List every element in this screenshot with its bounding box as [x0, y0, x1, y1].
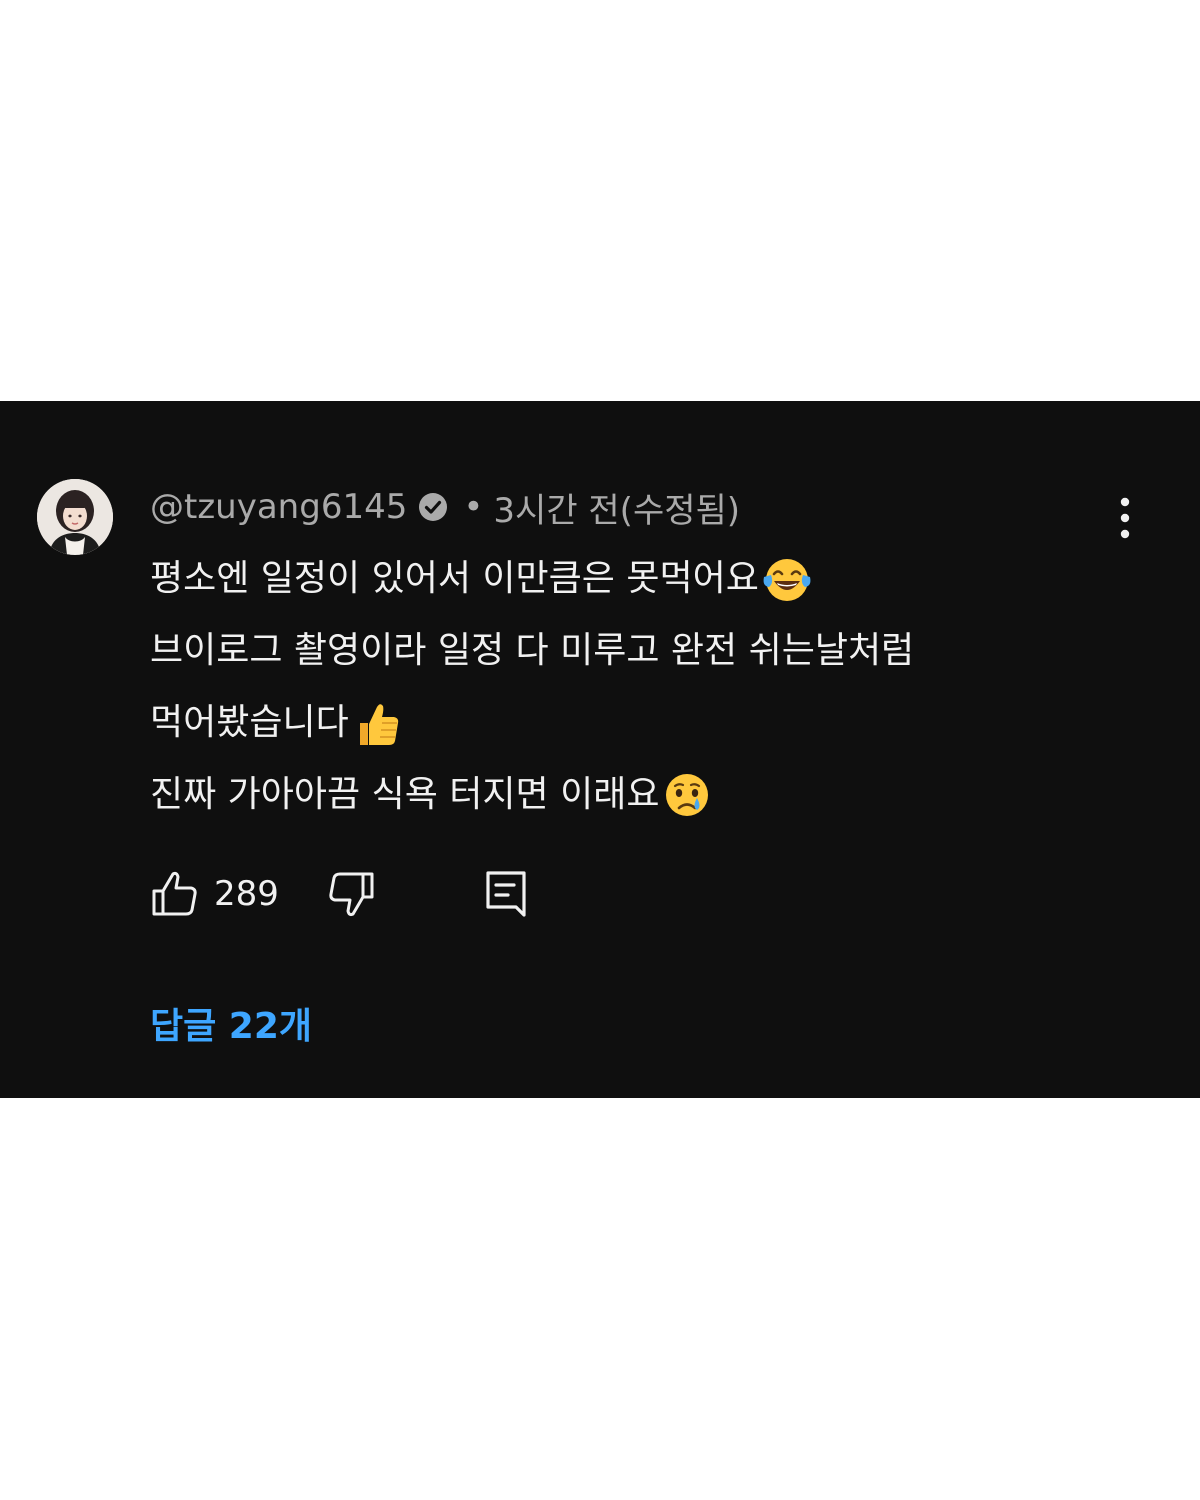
laughing-tears-emoji-icon — [761, 553, 813, 605]
author-avatar[interactable] — [37, 479, 113, 555]
meta-separator: • — [463, 487, 484, 527]
like-count: 289 — [214, 874, 279, 914]
author-handle[interactable]: @tzuyang6145 — [150, 487, 407, 527]
thumbs-up-emoji-icon — [351, 697, 403, 749]
comment-line: 평소엔 일정이 있어서 이만큼은 못먹어요 — [150, 543, 1150, 615]
view-replies-link[interactable]: 답글 22개 — [150, 1001, 312, 1053]
comment-actions: 289 — [150, 866, 532, 922]
avatar-image — [37, 479, 113, 555]
more-vertical-icon — [1120, 497, 1130, 539]
comment-line: 먹어봤습니다 — [150, 687, 1150, 759]
verified-checkmark-icon — [417, 491, 449, 523]
comment-line: 진짜 가아아끔 식욕 터지면 이래요 — [150, 759, 1150, 831]
comment-header: @tzuyang6145 • 3시간 전(수정됨) — [150, 483, 740, 532]
comment-timestamp[interactable]: 3시간 전(수정됨) — [493, 483, 740, 532]
comment-line-text: 평소엔 일정이 있어서 이만큼은 못먹어요 — [150, 558, 759, 599]
reply-button[interactable] — [482, 869, 532, 919]
dislike-button[interactable] — [326, 869, 376, 919]
thumbs-down-outline-icon — [329, 872, 374, 917]
more-options-button[interactable] — [1105, 496, 1145, 540]
comment-line-text: 브이로그 촬영이라 일정 다 미루고 완전 쉬는날처럼 — [150, 630, 915, 671]
crying-face-emoji-icon — [661, 769, 713, 821]
comment-line-text: 먹어봤습니다 — [150, 702, 349, 743]
comment-line: 브이로그 촬영이라 일정 다 미루고 완전 쉬는날처럼 — [150, 615, 1150, 687]
comment-line-text: 진짜 가아아끔 식욕 터지면 이래요 — [150, 774, 660, 815]
reply-icon — [486, 871, 526, 917]
like-button[interactable] — [150, 869, 200, 919]
thumbs-up-outline-icon — [152, 871, 197, 916]
comment-text: 평소엔 일정이 있어서 이만큼은 못먹어요 브이로그 촬영이라 일정 다 미루고… — [150, 543, 1150, 831]
